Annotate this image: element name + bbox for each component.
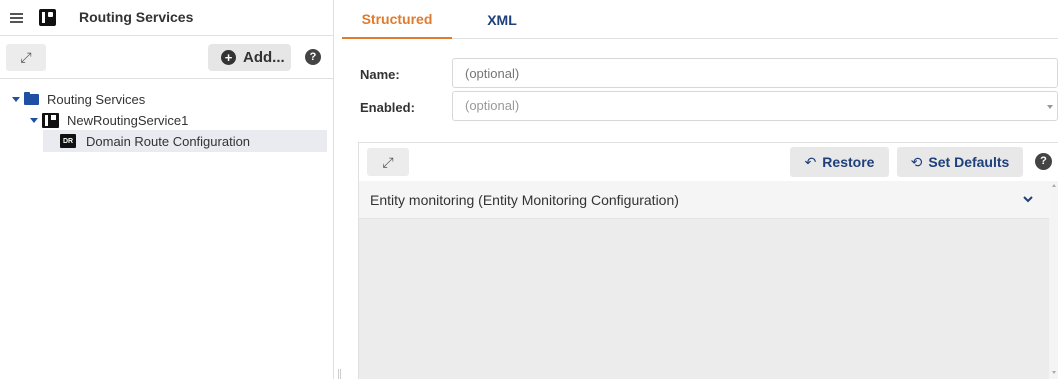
scroll-down-arrow-icon[interactable] — [1052, 371, 1056, 374]
undo-icon: ↶ — [804, 153, 817, 170]
tree-toolbar: ⤢ + Add... ? — [0, 37, 333, 79]
folder-open-icon — [24, 91, 39, 105]
expand-panel-button[interactable]: ⤢ — [367, 148, 409, 176]
tree-item-routing-services[interactable]: Routing Services — [12, 88, 312, 110]
set-defaults-button[interactable]: ⟲ Set Defaults — [897, 147, 1023, 177]
accordion-title: Entity monitoring (Entity Monitoring Con… — [370, 192, 679, 208]
history-icon: ⟲ — [910, 153, 923, 170]
set-defaults-button-label: Set Defaults — [928, 154, 1010, 170]
pane-splitter-handle[interactable] — [338, 369, 341, 379]
entity-monitoring-accordion[interactable]: Entity monitoring (Entity Monitoring Con… — [359, 181, 1049, 219]
help-icon[interactable]: ? — [305, 49, 321, 65]
caret-down-icon[interactable] — [30, 117, 38, 123]
restore-button[interactable]: ↶ Restore — [790, 147, 889, 177]
chevron-down-icon[interactable] — [1021, 192, 1035, 206]
help-icon[interactable]: ? — [1035, 153, 1052, 170]
vertical-scrollbar[interactable] — [1049, 181, 1058, 379]
tree-item-label: Routing Services — [47, 91, 146, 107]
scroll-up-arrow-icon[interactable] — [1052, 184, 1056, 187]
tree-item-label: Domain Route Configuration — [86, 133, 251, 149]
plus-circle-icon: + — [221, 50, 236, 65]
hamburger-icon[interactable] — [10, 13, 23, 23]
tree-item-domain-route-configuration[interactable]: DR Domain Route Configuration — [43, 130, 327, 152]
enabled-select-placeholder: (optional) — [465, 98, 520, 113]
enabled-label: Enabled: — [360, 100, 415, 115]
expand-icon: ⤢ — [20, 49, 32, 65]
expand-tree-button[interactable]: ⤢ — [6, 44, 46, 71]
panel-content: Entity monitoring (Entity Monitoring Con… — [359, 181, 1058, 379]
navigation-pane: Routing Services ⤢ + Add... ? Routing Se… — [0, 0, 334, 379]
chevron-down-icon — [1047, 105, 1053, 109]
add-button-label: Add... — [243, 49, 285, 66]
panel-toolbar: ⤢ ↶ Restore ⟲ Set Defaults ? — [359, 143, 1058, 181]
configuration-panel: ⤢ ↶ Restore ⟲ Set Defaults ? Entity moni… — [358, 142, 1058, 379]
name-field[interactable] — [452, 58, 1058, 88]
add-button[interactable]: + Add... — [208, 44, 291, 71]
tab-structured[interactable]: Structured — [342, 0, 452, 39]
routing-services-logo-icon — [39, 9, 56, 26]
app-title: Routing Services — [79, 9, 194, 25]
expand-icon: ⤢ — [382, 153, 394, 170]
domain-route-icon: DR — [60, 134, 76, 148]
tree-item-new-routing-service[interactable]: NewRoutingService1 — [30, 109, 310, 131]
editor-tabs: Structured XML — [342, 0, 1058, 39]
restore-button-label: Restore — [822, 154, 875, 170]
routing-service-icon — [42, 112, 59, 128]
caret-down-icon[interactable] — [12, 96, 20, 102]
app-header: Routing Services — [0, 0, 333, 36]
name-label: Name: — [360, 67, 400, 82]
tree-item-label: NewRoutingService1 — [67, 112, 189, 128]
enabled-select[interactable]: (optional) — [452, 91, 1058, 121]
tab-xml[interactable]: XML — [452, 0, 552, 39]
